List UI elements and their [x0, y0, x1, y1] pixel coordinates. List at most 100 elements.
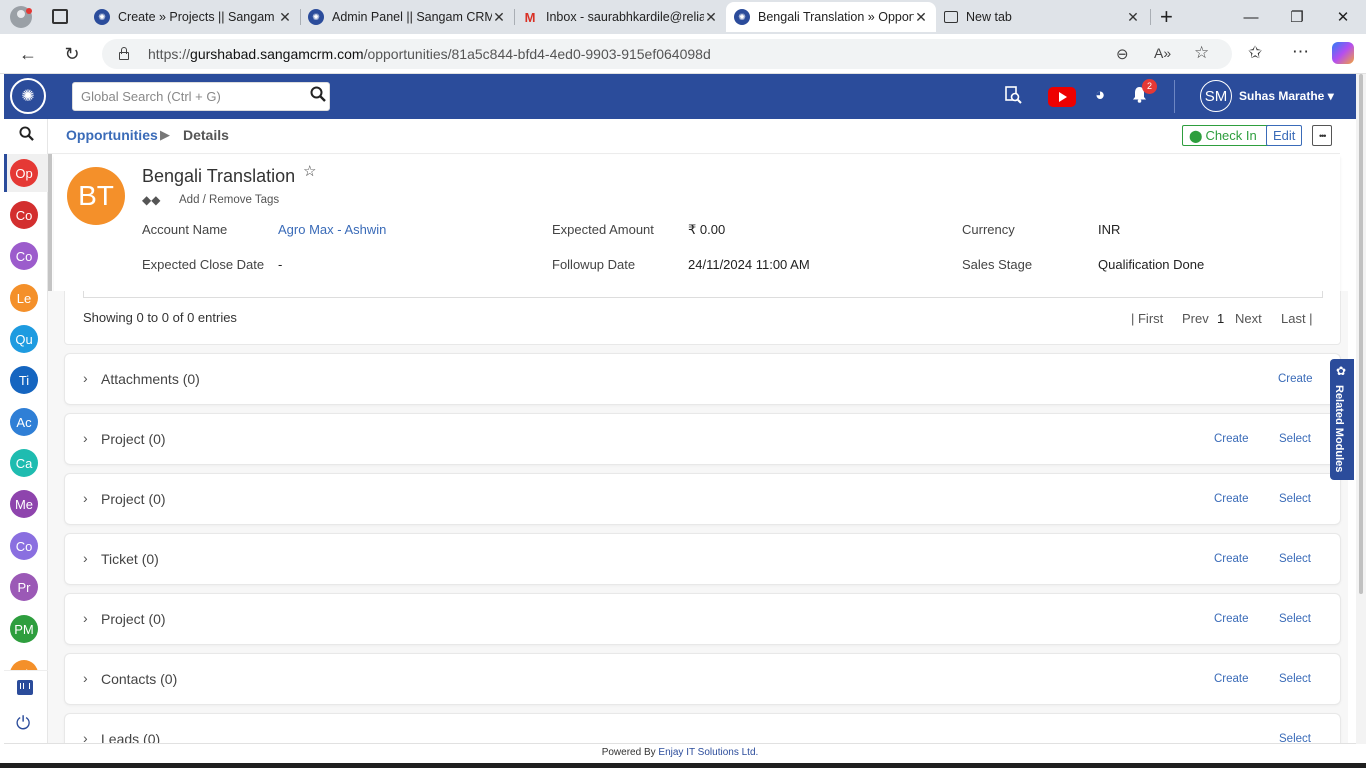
pager-first[interactable]: | First — [1131, 311, 1163, 326]
zoom-icon[interactable]: ⊖ — [1116, 45, 1129, 63]
reload-icon[interactable]: ↻ — [58, 40, 86, 68]
tab-gmail-inbox[interactable]: M Inbox - saurabhkardile@relia ✕ — [514, 2, 726, 32]
section-title[interactable]: Contacts (0) — [101, 671, 177, 687]
favorite-star-icon[interactable]: ☆ — [1194, 43, 1209, 63]
section-leads[interactable]: › Leads (0) Select — [64, 713, 1341, 743]
related-modules-label: Related Modules — [1333, 385, 1345, 473]
favorite-star-icon[interactable]: ☆ — [303, 162, 316, 180]
create-link[interactable]: Create — [1278, 373, 1313, 385]
create-link[interactable]: Create — [1214, 673, 1249, 685]
globe-icon[interactable]: ◕ — [1095, 85, 1105, 105]
footer-company-link[interactable]: Enjay IT Solutions Ltd. — [658, 747, 758, 758]
profile-icon[interactable] — [10, 6, 32, 28]
select-link[interactable]: Select — [1279, 433, 1311, 445]
add-remove-tags-link[interactable]: Add / Remove Tags — [179, 194, 279, 206]
chevron-right-icon[interactable]: › — [83, 550, 88, 566]
page-scrollbar-thumb[interactable] — [1359, 74, 1363, 594]
select-link[interactable]: Select — [1279, 553, 1311, 565]
tab-bengali-translation[interactable]: ✺ Bengali Translation » Opport ✕ — [726, 2, 936, 32]
lock-icon[interactable] — [118, 47, 130, 60]
close-icon[interactable]: ✕ — [492, 9, 506, 26]
sidebar-item-ch[interactable]: Ch — [10, 660, 38, 670]
read-aloud-icon[interactable]: A» — [1154, 45, 1171, 61]
section-project[interactable]: › Project (0) Create Select — [64, 593, 1341, 645]
select-link[interactable]: Select — [1279, 733, 1311, 743]
sidebar-item-quotes[interactable]: Qu — [10, 325, 38, 353]
sidebar-item-meetings[interactable]: Me — [10, 490, 38, 518]
window-close-icon[interactable]: ✕ — [1320, 0, 1366, 34]
more-actions-button[interactable]: ••• — [1312, 125, 1333, 146]
page-scrollbar[interactable] — [1356, 74, 1366, 744]
tab-admin-panel[interactable]: ✺ Admin Panel || Sangam CRM ✕ — [300, 2, 514, 32]
chevron-right-icon[interactable]: › — [83, 670, 88, 686]
field-value-account-name[interactable]: Agro Max - Ashwin — [278, 222, 386, 237]
tab-create-projects[interactable]: ✺ Create » Projects || Sangam C ✕ — [86, 2, 300, 32]
new-tab-plus-icon[interactable]: + — [1160, 4, 1173, 30]
sidebar-item-calls[interactable]: Ca — [10, 449, 38, 477]
chevron-right-icon[interactable]: › — [83, 730, 88, 743]
sidebar-item-projects[interactable]: Pr — [10, 573, 38, 601]
copilot-icon[interactable] — [1332, 42, 1354, 64]
more-menu-icon[interactable]: ⋯ — [1292, 42, 1309, 62]
close-icon[interactable]: ✕ — [914, 9, 928, 26]
chevron-right-icon[interactable]: › — [83, 370, 88, 386]
edit-button[interactable]: Edit — [1266, 125, 1303, 146]
sidebar-item-tickets[interactable]: Ti — [10, 366, 38, 394]
field-label-expected-close-date: Expected Close Date — [142, 257, 265, 272]
select-link[interactable]: Select — [1279, 493, 1311, 505]
related-modules-tab[interactable]: ✿ Related Modules — [1330, 359, 1354, 480]
select-link[interactable]: Select — [1279, 673, 1311, 685]
create-link[interactable]: Create — [1214, 553, 1249, 565]
sidebar-item-co[interactable]: Co — [10, 532, 38, 560]
search-icon[interactable] — [310, 86, 326, 102]
section-project[interactable]: › Project (0) Create Select — [64, 473, 1341, 525]
section-ticket[interactable]: › Ticket (0) Create Select — [64, 533, 1341, 585]
chevron-right-icon[interactable]: › — [83, 490, 88, 506]
sangam-logo-icon[interactable]: ✺ — [10, 78, 46, 114]
section-title[interactable]: Attachments (0) — [101, 371, 200, 387]
pager-last[interactable]: Last | — [1281, 311, 1313, 326]
section-title[interactable]: Leads (0) — [101, 731, 160, 743]
section-title[interactable]: Ticket (0) — [101, 551, 159, 567]
pager-next[interactable]: Next — [1235, 311, 1262, 326]
user-avatar[interactable]: SM — [1200, 80, 1232, 112]
pager-page[interactable]: 1 — [1217, 311, 1224, 326]
url-field[interactable]: https://gurshabad.sangamcrm.com/opportun… — [102, 39, 1232, 69]
section-contacts[interactable]: › Contacts (0) Create Select — [64, 653, 1341, 705]
sidebar-item-leads[interactable]: Le — [10, 284, 38, 312]
youtube-icon[interactable] — [1048, 87, 1076, 107]
document-search-icon[interactable] — [1004, 86, 1022, 104]
sidebar-item-pm[interactable]: PM — [10, 615, 38, 643]
section-title[interactable]: Project (0) — [101, 611, 166, 627]
create-link[interactable]: Create — [1214, 433, 1249, 445]
create-link[interactable]: Create — [1214, 613, 1249, 625]
favorites-icon[interactable]: ✩ — [1248, 43, 1262, 63]
user-menu[interactable]: Suhas Marathe ▾ — [1239, 89, 1334, 103]
search-icon[interactable] — [19, 126, 34, 141]
power-icon[interactable]: ⏻ — [16, 713, 30, 734]
sidebar-item-companies[interactable]: Co — [10, 242, 38, 270]
close-icon[interactable]: ✕ — [278, 9, 292, 26]
back-arrow-icon[interactable]: ← — [14, 40, 42, 68]
sidebar-item-contacts[interactable]: Co — [10, 201, 38, 229]
global-search-input[interactable] — [72, 82, 330, 111]
tab-new-tab[interactable]: New tab ✕ — [936, 2, 1148, 32]
chevron-right-icon[interactable]: › — [83, 610, 88, 626]
create-link[interactable]: Create — [1214, 493, 1249, 505]
sidebar-item-activities[interactable]: Ac — [10, 408, 38, 436]
pager-prev[interactable]: Prev — [1182, 311, 1209, 326]
minimize-icon[interactable]: — — [1228, 0, 1274, 34]
section-attachments[interactable]: › Attachments (0) Create — [64, 353, 1341, 405]
section-title[interactable]: Project (0) — [101, 431, 166, 447]
intercom-icon[interactable] — [17, 680, 33, 695]
select-link[interactable]: Select — [1279, 613, 1311, 625]
tab-actions-icon[interactable] — [52, 9, 68, 24]
sidebar-item-opportunities[interactable]: Op — [10, 159, 38, 187]
close-icon[interactable]: ✕ — [1126, 9, 1140, 26]
close-icon[interactable]: ✕ — [704, 9, 718, 26]
section-title[interactable]: Project (0) — [101, 491, 166, 507]
section-project[interactable]: › Project (0) Create Select — [64, 413, 1341, 465]
restore-icon[interactable]: ❐ — [1274, 0, 1320, 34]
breadcrumb-opportunities[interactable]: Opportunities — [66, 127, 158, 143]
chevron-right-icon[interactable]: › — [83, 430, 88, 446]
